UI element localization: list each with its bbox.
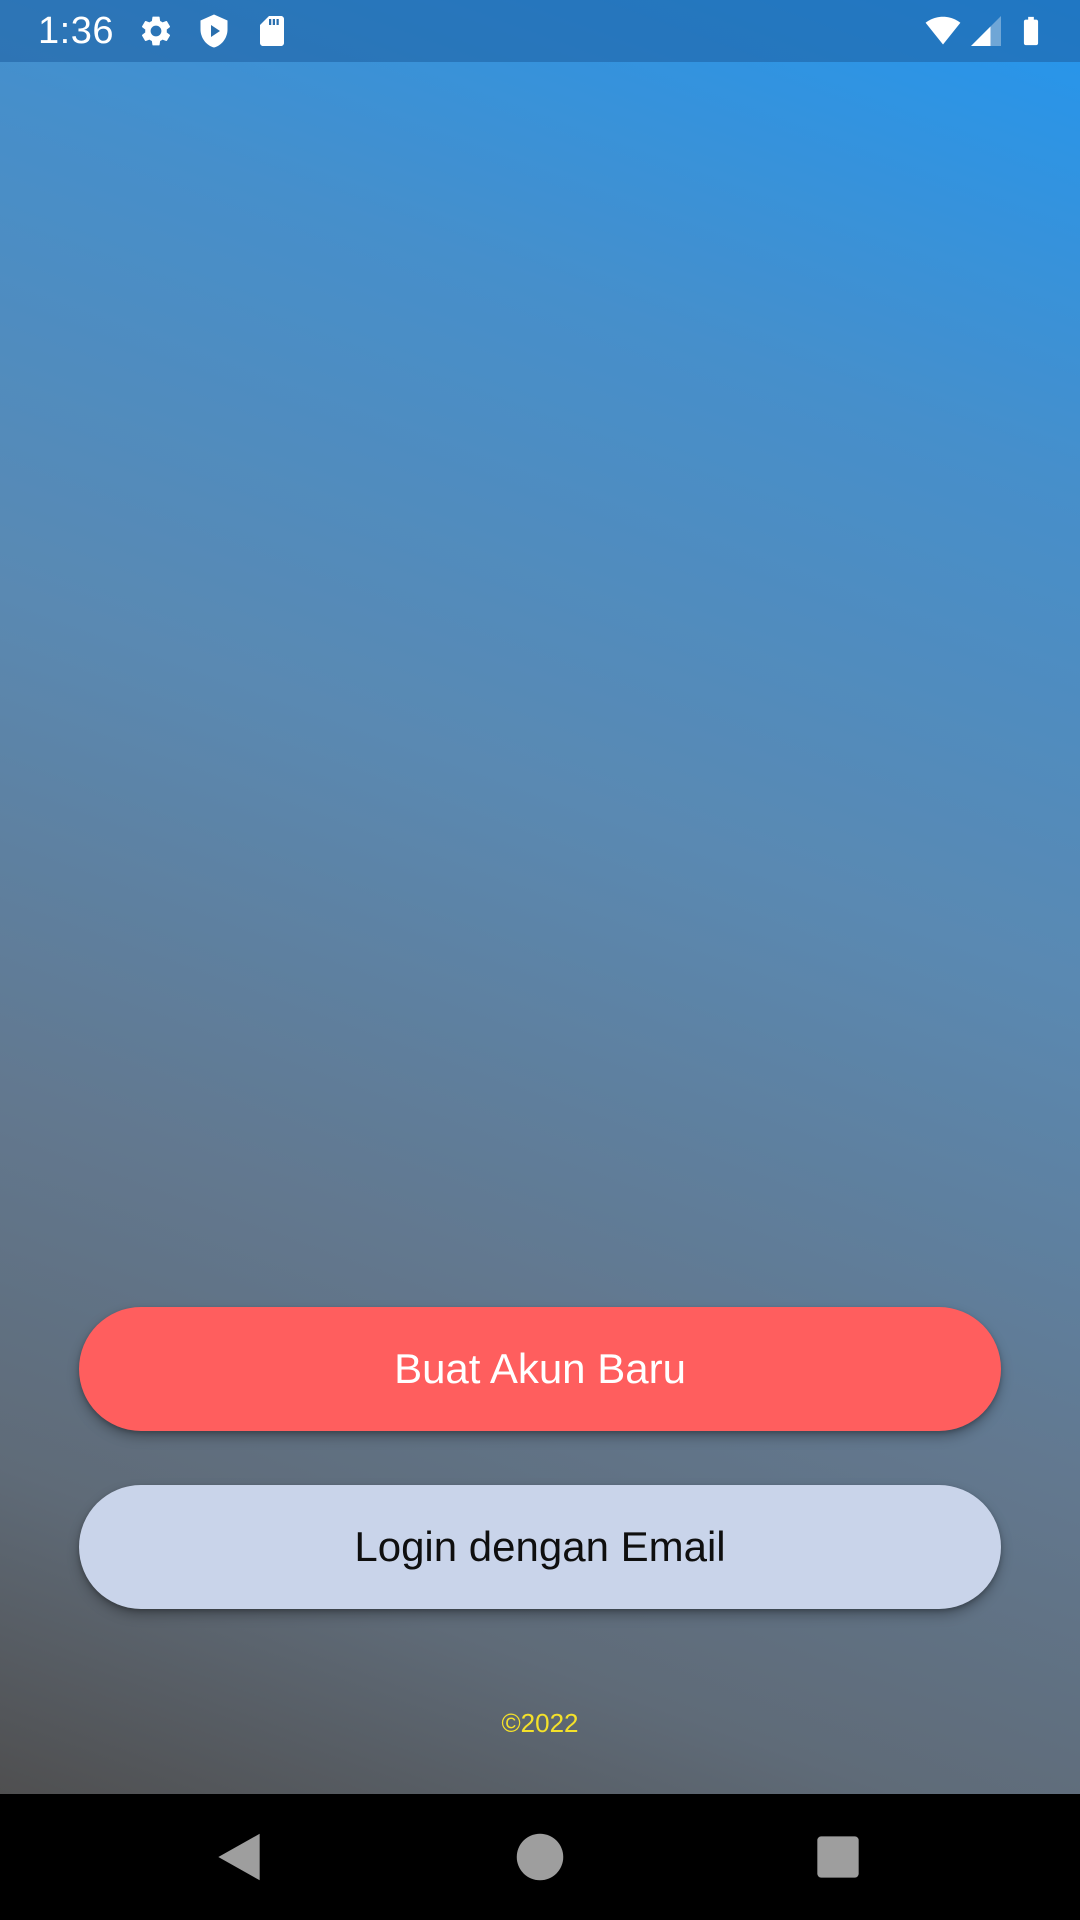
shield-play-icon [196,13,232,49]
status-bar: 1:36 [0,0,1080,62]
wifi-icon [922,13,964,49]
login-email-label: Login dengan Email [354,1523,726,1570]
recents-icon[interactable] [807,1826,869,1888]
create-account-label: Buat Akun Baru [394,1345,686,1392]
gear-icon [138,13,174,49]
navigation-bar [0,1794,1080,1920]
sd-card-icon [254,13,290,49]
app-screen: 1:36 Buat Akun Baru Login dengan Email ©… [0,0,1080,1920]
status-time: 1:36 [38,10,114,52]
cell-signal-icon [968,13,1004,49]
copyright-text: ©2022 [501,1708,579,1738]
create-account-button[interactable]: Buat Akun Baru [79,1307,1001,1431]
home-icon[interactable] [509,1826,571,1888]
login-email-button[interactable]: Login dengan Email [79,1485,1001,1609]
back-icon[interactable] [208,1826,270,1888]
battery-icon [1014,13,1048,49]
